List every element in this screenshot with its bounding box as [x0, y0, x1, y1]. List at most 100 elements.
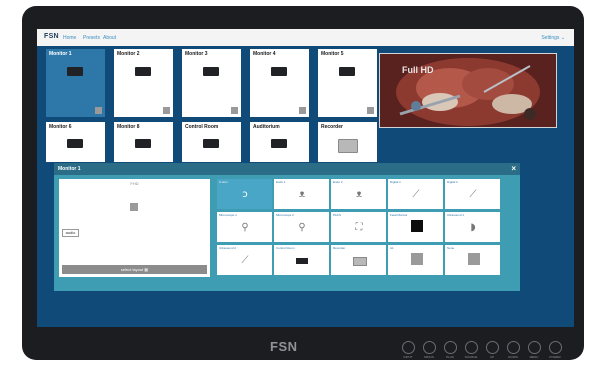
- monitor-icon: [339, 67, 355, 76]
- output-tile-recorder[interactable]: Recorder: [318, 122, 377, 162]
- monitor-tile-status-square: [231, 107, 238, 114]
- source-digital-1[interactable]: Digital 1 ⟋: [388, 179, 443, 209]
- minus-hw-icon[interactable]: [423, 341, 436, 354]
- nav-home[interactable]: Home: [63, 35, 76, 41]
- source-label: Microscope 1: [219, 213, 237, 217]
- recorder-icon: [338, 139, 358, 153]
- monitor-icon: [135, 67, 151, 76]
- source-ultrasound-2[interactable]: Ultrasound 2 ⟋: [217, 245, 272, 275]
- endoscope-icon: ᴥ: [298, 189, 306, 200]
- bezel-brand-logo: FSN: [270, 339, 298, 354]
- source-endo-1[interactable]: Endo 1 ᴥ: [274, 179, 329, 209]
- recorder-icon: [353, 257, 367, 266]
- preview-caption: FHD: [130, 181, 139, 186]
- monitor-icon: [203, 139, 219, 148]
- source-pacs[interactable]: PACS ⛶: [331, 212, 386, 242]
- dialog-title: Monitor 1: [58, 166, 81, 172]
- microscope-icon: ⚲: [298, 222, 306, 233]
- input-hw-icon[interactable]: [402, 341, 415, 354]
- monitor-icon: [67, 139, 83, 148]
- plus-hw-icon[interactable]: [444, 341, 457, 354]
- monitor-icon: [135, 139, 151, 148]
- source-label: Microscope 2: [276, 213, 294, 217]
- source-hw-icon[interactable]: [465, 341, 478, 354]
- source-c-arm[interactable]: C-Arm ↄ: [217, 179, 272, 209]
- monitor-tile-label: Monitor 2: [117, 51, 140, 57]
- chevron-down-icon: ⌄: [560, 35, 565, 41]
- source-label: Recorder: [333, 246, 346, 250]
- live-video-preview[interactable]: Full HD: [379, 53, 557, 128]
- output-tile-control-room[interactable]: Control Room: [182, 122, 241, 162]
- output-tile-monitor-8[interactable]: Monitor 8: [114, 122, 173, 162]
- dialog-header: Monitor 1 ×: [54, 163, 520, 175]
- output-tile-monitor-6[interactable]: Monitor 6: [46, 122, 105, 162]
- source-digital-2[interactable]: Digital 2 ⟋: [445, 179, 500, 209]
- monitor-icon: [203, 67, 219, 76]
- monitor-icon: [67, 67, 83, 76]
- monitor-tile-status-square: [299, 107, 306, 114]
- monitor-tile-label: Monitor 1: [49, 51, 72, 57]
- source-fetal-monitor[interactable]: Fetal Monitor: [388, 212, 443, 242]
- up-hw-icon[interactable]: [486, 341, 499, 354]
- layout-preview[interactable]: FHD audio select layout ▦: [59, 179, 210, 277]
- source-label: PACS: [333, 213, 341, 217]
- source-label: Control Room: [276, 246, 295, 250]
- ultrasound-icon: ◗: [470, 222, 476, 233]
- monitor-tile-3[interactable]: Monitor 3: [182, 49, 241, 117]
- monitor-tile-status-square: [95, 107, 102, 114]
- monitor-icon: [271, 67, 287, 76]
- video-watermark: Full HD: [402, 65, 434, 75]
- source-label: Fetal Monitor: [390, 213, 408, 217]
- monitor-tile-status-square: [163, 107, 170, 114]
- source-none[interactable]: None: [445, 245, 500, 275]
- close-icon[interactable]: ×: [511, 164, 516, 173]
- source-label: Digital 1: [390, 180, 401, 184]
- monitor-tile-status-square: [367, 107, 374, 114]
- source-control-room[interactable]: Control Room: [274, 245, 329, 275]
- source-label: C-Arm: [219, 180, 228, 184]
- ultrasound-probe-icon: ⟋: [241, 255, 249, 266]
- probe-icon: ⟋: [412, 189, 420, 200]
- down-hw-icon[interactable]: [507, 341, 520, 354]
- monitor-tile-label: Monitor 4: [253, 51, 276, 57]
- select-layout-button[interactable]: select layout ▦: [62, 265, 207, 274]
- nav-about[interactable]: About: [103, 35, 116, 41]
- dark-screen-icon: [411, 220, 423, 232]
- output-tile-label: Auditorium: [253, 124, 280, 130]
- c-arm-icon: ↄ: [242, 189, 248, 200]
- output-tile-label: Monitor 8: [117, 124, 140, 130]
- nav-presets[interactable]: Presets: [83, 35, 100, 41]
- monitor-icon: [296, 258, 308, 264]
- source-endo-2[interactable]: Endo 2 ᴥ: [331, 179, 386, 209]
- hw-button-label: POWER: [549, 355, 561, 359]
- xray-icon: ⛶: [355, 222, 363, 233]
- monitor-tile-2[interactable]: Monitor 2: [114, 49, 173, 117]
- source-label: Endo 1: [276, 180, 286, 184]
- power-hw-icon[interactable]: [549, 341, 562, 354]
- output-tile-label: Recorder: [321, 124, 343, 130]
- select-layout-label: select layout: [120, 267, 144, 272]
- menu-hw-icon[interactable]: [528, 341, 541, 354]
- source-label: None: [447, 246, 455, 250]
- monitor-tile-5[interactable]: Monitor 5: [318, 49, 377, 117]
- grey-square-icon: [411, 253, 423, 265]
- source-a1[interactable]: A1: [388, 245, 443, 275]
- endoscope-icon: ᴥ: [355, 189, 363, 200]
- output-tile-auditorium[interactable]: Auditorium: [250, 122, 309, 162]
- source-microscope-2[interactable]: Microscope 2 ⚲: [274, 212, 329, 242]
- settings-menu[interactable]: Settings ⌄: [541, 35, 565, 41]
- audio-button[interactable]: audio: [62, 229, 79, 237]
- output-tile-label: Control Room: [185, 124, 219, 130]
- settings-label: Settings: [541, 35, 560, 41]
- monitor-tile-label: Monitor 3: [185, 51, 208, 57]
- grey-square-icon: [468, 253, 480, 265]
- monitor-tile-1[interactable]: Monitor 1: [46, 49, 105, 117]
- monitor-tile-4[interactable]: Monitor 4: [250, 49, 309, 117]
- source-ultrasound-1[interactable]: Ultrasound 1 ◗: [445, 212, 500, 242]
- microscope-icon: ⚲: [241, 222, 249, 233]
- source-recorder[interactable]: Recorder: [331, 245, 386, 275]
- source-label: A1: [390, 246, 394, 250]
- source-label: Ultrasound 1: [447, 213, 465, 217]
- source-microscope-1[interactable]: Microscope 1 ⚲: [217, 212, 272, 242]
- source-select-dialog: Monitor 1 × FHD audio select layout ▦ C-…: [54, 163, 520, 291]
